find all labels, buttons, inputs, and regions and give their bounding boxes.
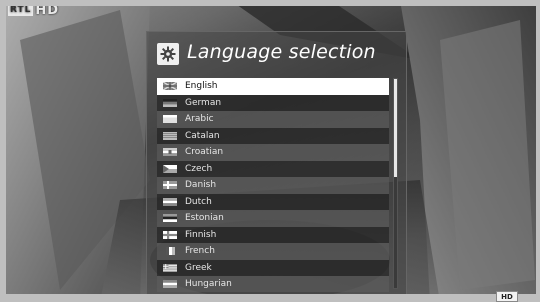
hd-badge: HD [496,291,518,302]
tv-screen: RTL HD Language selection English German… [0,0,540,302]
screen-frame [0,0,540,302]
